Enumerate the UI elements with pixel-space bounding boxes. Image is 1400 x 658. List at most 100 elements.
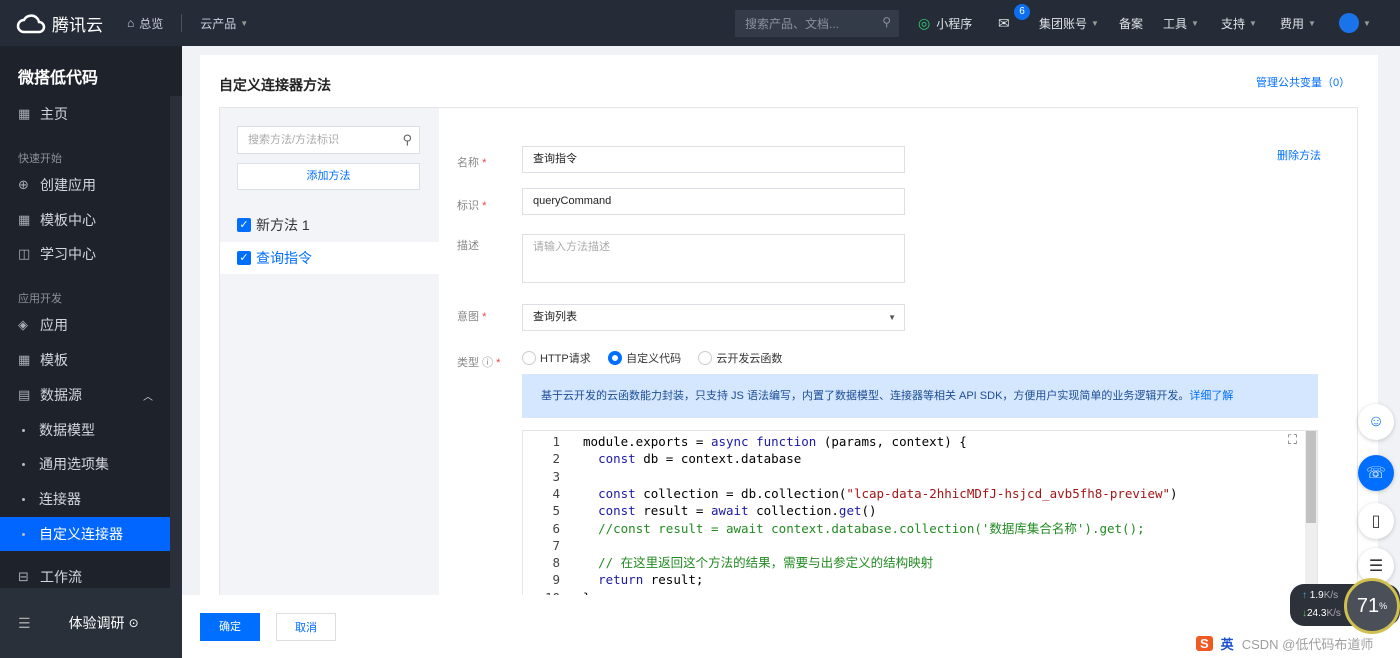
code-text: return result;: [583, 571, 703, 588]
code-editor[interactable]: ⛶ 1 module.exports = async function (para…: [522, 430, 1318, 596]
plus-circle-icon: ⊕: [18, 177, 29, 192]
code-line: 7: [523, 537, 583, 554]
add-method-button[interactable]: 添加方法: [237, 163, 420, 190]
radio-http[interactable]: HTTP请求: [522, 350, 591, 366]
sidebar-item-apps[interactable]: ◈ 应用: [0, 308, 170, 342]
sidebar-item-learning[interactable]: ◫ 学习中心: [0, 237, 170, 271]
sidebar-item-templates[interactable]: ▦ 模板: [0, 343, 170, 377]
code-line: 6 //const result = await context.databas…: [523, 520, 1145, 537]
code-token: result =: [635, 503, 711, 519]
code-line: 2 const db = context.database: [523, 450, 801, 467]
sidebar-item-connector[interactable]: 连接器: [0, 482, 170, 516]
caret-down-icon: ▼: [240, 18, 249, 28]
code-token: // 在这里返回这个方法的结果，需要与出参定义的结构映射: [598, 555, 934, 571]
sogou-logo-icon[interactable]: S: [1196, 636, 1213, 651]
code-line: 3: [523, 468, 583, 485]
type-radio-group: HTTP请求 自定义代码 云开发云函数: [522, 350, 796, 368]
menu-collapse-icon[interactable]: ☰: [18, 615, 31, 632]
sidebar-item-datasource[interactable]: ▤ 数据源 ︿: [0, 378, 170, 412]
code-token: //const result = await context.database.…: [598, 520, 1145, 536]
radio-cloud-function[interactable]: 云开发云函数: [698, 350, 782, 366]
radio-icon: [698, 351, 713, 365]
sidebar-item-custom-connector[interactable]: 自定义连接器: [0, 517, 170, 551]
editor-scrollbar[interactable]: [1305, 431, 1317, 595]
products-menu[interactable]: 云产品 ▼: [200, 15, 248, 32]
code-token: const: [598, 451, 636, 467]
grid-icon: ▦: [18, 212, 31, 227]
code-token: result;: [643, 572, 704, 588]
checkbox-checked-icon[interactable]: ✓: [237, 218, 251, 232]
radio-label: 自定义代码: [626, 353, 682, 365]
code-text: //const result = await context.database.…: [583, 520, 1145, 537]
support-menu[interactable]: 支持 ▼: [1221, 0, 1257, 46]
upload-speed: 1.9: [1309, 590, 1324, 601]
sidebar-item-data-model[interactable]: 数据模型: [0, 413, 170, 447]
description-textarea[interactable]: 请输入方法描述: [522, 234, 905, 283]
line-number: 8: [552, 555, 560, 571]
delete-method-link[interactable]: 删除方法: [1277, 147, 1321, 163]
user-avatar[interactable]: ▼: [1339, 0, 1371, 46]
sidebar: 微搭低代码 ▦ 主页 快速开始 ⊕ 创建应用 ▦ 模板中心 ◫ 学习中心 应用开发 ◈ 应…: [0, 46, 182, 658]
method-search-input[interactable]: 搜索方法/方法标识 ⚲: [237, 126, 420, 154]
bullet: [22, 462, 25, 466]
survey-bar[interactable]: ☰ 体验调研 ⊙: [0, 588, 182, 658]
learn-more-link[interactable]: 详细了解: [1189, 390, 1233, 402]
line-number: 6: [552, 520, 560, 536]
code-token: const: [598, 485, 636, 501]
code-token: collection = db.collection(: [635, 485, 847, 501]
book-docs-icon[interactable]: ▯: [1358, 503, 1394, 539]
name-field[interactable]: 查询指令: [522, 146, 905, 173]
brand-logo[interactable]: 腾讯云: [16, 11, 103, 36]
avatar-icon: [1339, 13, 1359, 33]
sidebar-item-template-center[interactable]: ▦ 模板中心: [0, 203, 170, 237]
info-text: 基于云开发的云函数能力封装，只支持 JS 语法编写，内置了数据模型、连接器等相关…: [541, 390, 1190, 402]
smiley-feedback-icon[interactable]: ☺: [1358, 404, 1394, 440]
global-search-input[interactable]: 搜索产品、文档... ⚲: [735, 10, 899, 37]
intent-select[interactable]: 查询列表 ▼: [522, 304, 905, 331]
miniprogram-icon: ◎: [918, 14, 931, 31]
record-link[interactable]: 备案: [1119, 0, 1143, 46]
mail-icon[interactable]: ✉: [998, 0, 1010, 46]
method-item[interactable]: ✓ 新方法 1: [220, 209, 439, 241]
ime-language[interactable]: 英: [1221, 634, 1234, 653]
search-icon[interactable]: ⚲: [402, 127, 412, 153]
radio-custom-code[interactable]: 自定义代码: [608, 350, 681, 366]
id-label: 标识 *: [457, 200, 487, 212]
method-item-selected[interactable]: ✓ 查询指令: [220, 242, 439, 274]
code-text: // 在这里返回这个方法的结果，需要与出参定义的结构映射: [583, 554, 933, 571]
sidebar-item-options[interactable]: 通用选项集: [0, 447, 170, 481]
billing-menu[interactable]: 费用 ▼: [1280, 0, 1316, 46]
tools-menu[interactable]: 工具 ▼: [1163, 0, 1199, 46]
search-icon[interactable]: ⚲: [882, 15, 891, 29]
cancel-button[interactable]: 取消: [276, 613, 336, 641]
fullscreen-icon[interactable]: ⛶: [1288, 433, 1297, 448]
sidebar-item-home[interactable]: ▦ 主页: [0, 97, 170, 131]
overview-link[interactable]: ⌂ 总览: [127, 15, 163, 32]
sidebar-label: 自定义连接器: [39, 526, 123, 542]
manage-variables-link[interactable]: 管理公共变量（0）: [1256, 74, 1350, 90]
code-line: 4 const collection = db.collection("lcap…: [523, 485, 1177, 502]
search-placeholder: 搜索方法/方法标识: [248, 134, 340, 146]
code-token: (): [861, 503, 877, 519]
cpu-gauge: 71%: [1344, 578, 1400, 634]
headset-support-icon[interactable]: ☏: [1358, 455, 1394, 491]
search-placeholder: 搜索产品、文档...: [745, 17, 840, 31]
confirm-button[interactable]: 确定: [200, 613, 260, 641]
database-icon: ▤: [18, 387, 31, 402]
sidebar-scrollbar[interactable]: [170, 96, 182, 616]
sidebar-label: 应用: [40, 317, 68, 333]
code-line: 1 module.exports = async function (params…: [523, 433, 966, 450]
intent-label: 意图 *: [457, 311, 487, 323]
info-icon[interactable]: ⓘ: [482, 357, 493, 369]
scroll-thumb[interactable]: [1306, 431, 1316, 523]
download-speed: 24.3: [1307, 608, 1327, 619]
id-field[interactable]: queryCommand: [522, 188, 905, 215]
miniprogram-link[interactable]: ◎ 小程序: [918, 0, 972, 46]
grid-icon: ▦: [18, 352, 31, 367]
code-token: module.exports =: [583, 434, 711, 449]
account-menu[interactable]: 集团账号 ▼: [1039, 0, 1099, 46]
sidebar-item-create-app[interactable]: ⊕ 创建应用: [0, 168, 170, 202]
checkbox-checked-icon[interactable]: ✓: [237, 251, 251, 265]
